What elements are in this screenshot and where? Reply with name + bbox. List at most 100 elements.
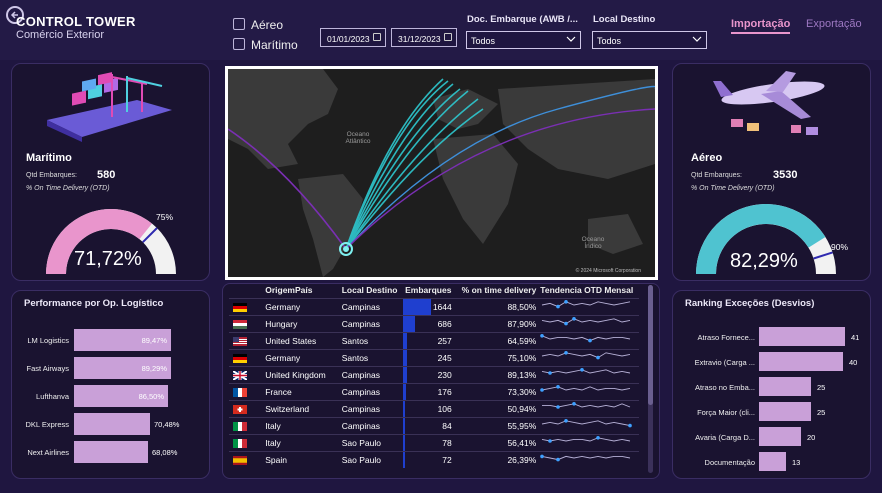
cell-otd: 73,30% bbox=[453, 382, 539, 400]
cell-origem: France bbox=[263, 382, 340, 400]
cell-embarques-value: 176 bbox=[437, 386, 452, 397]
performance-bar[interactable] bbox=[74, 441, 148, 463]
aereo-qtd-value: 3530 bbox=[773, 169, 798, 181]
cell-otd: 88,50% bbox=[453, 297, 539, 315]
col-trend[interactable]: Tendencia OTD Mensal bbox=[538, 283, 639, 298]
embarques-databar bbox=[403, 400, 406, 417]
performance-label: Lufthanva bbox=[36, 392, 69, 401]
cell-destino: Sao Paulo bbox=[339, 450, 404, 468]
maritimo-otd-label: % On Time Delivery (OTD) bbox=[26, 185, 110, 192]
embarques-databar bbox=[403, 332, 408, 349]
cell-otd: 56,41% bbox=[453, 433, 539, 451]
maritimo-panel: Marítimo Qtd Embarques: 580 % On Time De… bbox=[11, 63, 210, 281]
cell-trend bbox=[538, 348, 639, 366]
maritimo-gauge-value: 71,72% bbox=[74, 248, 142, 270]
ranking-bar[interactable] bbox=[759, 352, 843, 371]
cell-embarques-value: 257 bbox=[437, 335, 452, 346]
tab-exportacao[interactable]: Exportação bbox=[806, 18, 862, 30]
cell-embarques-value: 245 bbox=[437, 352, 452, 363]
calendar-icon[interactable] bbox=[444, 33, 452, 41]
ranking-value: 40 bbox=[849, 358, 858, 367]
flag-de-icon bbox=[233, 353, 247, 363]
ocean-label-indian: Oceano Índico bbox=[581, 236, 605, 250]
route-map[interactable]: Oceano Atlântico Oceano Índico © 2024 Mi… bbox=[225, 66, 658, 280]
ranking-value: 25 bbox=[817, 383, 826, 392]
table-row[interactable]: Italy Sao Paulo 78 56,41% bbox=[229, 433, 639, 451]
cell-origem: Spain bbox=[263, 450, 340, 468]
cell-origem: Italy bbox=[263, 416, 340, 434]
table-row[interactable]: Hungary Campinas 686 87,90% bbox=[229, 314, 639, 332]
performance-value: 68,08% bbox=[152, 448, 178, 457]
col-otd[interactable]: % on time delivery bbox=[454, 283, 539, 298]
date-end-value: 31/12/2023 bbox=[398, 34, 441, 44]
airplane-icon bbox=[713, 71, 825, 135]
table-scrollbar-thumb[interactable] bbox=[648, 285, 653, 405]
ranking-bar[interactable] bbox=[759, 427, 801, 446]
trend-sparkline bbox=[542, 401, 631, 409]
cell-destino: Campinas bbox=[339, 416, 404, 434]
local-destino-value: Todos bbox=[597, 36, 622, 46]
date-end-input[interactable]: 31/12/2023 bbox=[391, 28, 457, 47]
table-row[interactable]: Italy Campinas 84 55,95% bbox=[229, 416, 639, 434]
performance-value: 89,29% bbox=[141, 364, 167, 373]
aereo-checkbox[interactable] bbox=[233, 18, 245, 30]
cell-embarques-value: 72 bbox=[442, 454, 452, 465]
cell-destino: Campinas bbox=[339, 297, 404, 315]
table-row[interactable]: Germany Campinas 1644 88,50% bbox=[229, 297, 639, 315]
cell-embarques: 230 bbox=[403, 365, 454, 383]
date-start-input[interactable]: 01/01/2023 bbox=[320, 28, 386, 47]
cell-trend bbox=[538, 416, 639, 434]
table-row[interactable]: United States Santos 257 64,59% bbox=[229, 331, 639, 349]
ranking-bar[interactable] bbox=[759, 327, 845, 346]
date-start-value: 01/01/2023 bbox=[327, 34, 370, 44]
table-scrollbar[interactable] bbox=[648, 285, 653, 473]
table-row[interactable]: Switzerland Campinas 106 50,94% bbox=[229, 399, 639, 417]
cell-destino: Santos bbox=[339, 331, 404, 349]
col-destino[interactable]: Local Destino bbox=[340, 283, 403, 298]
page-title: CONTROL TOWER bbox=[16, 14, 136, 29]
trend-sparkline bbox=[542, 418, 633, 427]
performance-label: Fast Airways bbox=[26, 364, 69, 373]
ocean-label-atlantic: Oceano Atlântico bbox=[345, 131, 371, 145]
aereo-gauge-target-label: 90% bbox=[831, 242, 849, 252]
cell-embarques: 245 bbox=[403, 348, 454, 366]
cell-otd: 89,13% bbox=[453, 365, 539, 383]
ship-icon bbox=[47, 72, 172, 142]
table-row[interactable]: United Kingdom Campinas 230 89,13% bbox=[229, 365, 639, 383]
cell-otd: 64,59% bbox=[453, 331, 539, 349]
table-row[interactable]: Germany Santos 245 75,10% bbox=[229, 348, 639, 366]
tab-importacao[interactable]: Importação bbox=[731, 18, 791, 34]
ranking-bar[interactable] bbox=[759, 452, 786, 471]
col-origem[interactable]: OrigemPaís bbox=[263, 283, 340, 298]
chevron-down-icon bbox=[692, 36, 702, 42]
cell-trend bbox=[538, 314, 639, 332]
doc-embarque-dropdown[interactable]: Todos bbox=[466, 31, 581, 49]
trend-sparkline bbox=[542, 316, 631, 325]
embarques-databar bbox=[403, 383, 407, 400]
ranking-label: Extravio (Carga ... bbox=[694, 358, 755, 367]
page-subtitle: Comércio Exterior bbox=[16, 29, 105, 41]
flag-de-icon bbox=[233, 302, 247, 312]
aereo-title: Aéreo bbox=[691, 152, 723, 164]
cell-destino: Campinas bbox=[339, 399, 404, 417]
col-embarques[interactable]: Embarques bbox=[403, 283, 454, 298]
embarques-databar bbox=[403, 349, 408, 366]
ranking-bar[interactable] bbox=[759, 402, 811, 421]
cell-destino: Sao Paulo bbox=[339, 433, 404, 451]
cell-embarques: 106 bbox=[403, 399, 454, 417]
cell-embarques-value: 84 bbox=[442, 420, 452, 431]
calendar-icon[interactable] bbox=[373, 33, 381, 41]
table-row[interactable]: France Campinas 176 73,30% bbox=[229, 382, 639, 400]
performance-bar[interactable] bbox=[74, 413, 150, 435]
table-row[interactable]: Spain Sao Paulo 72 26,39% bbox=[229, 450, 639, 468]
table-body: Germany Campinas 1644 88,50% Hungary Cam… bbox=[229, 297, 639, 468]
trend-sparkline bbox=[540, 333, 631, 342]
cell-embarques-value: 230 bbox=[437, 369, 452, 380]
ranking-bar[interactable] bbox=[759, 377, 811, 396]
cell-trend bbox=[538, 331, 639, 349]
trend-sparkline bbox=[540, 454, 631, 461]
maritimo-checkbox[interactable] bbox=[233, 38, 245, 50]
local-destino-dropdown[interactable]: Todos bbox=[592, 31, 707, 49]
cell-trend bbox=[538, 382, 639, 400]
ranking-label: Força Maior (cli... bbox=[697, 408, 755, 417]
